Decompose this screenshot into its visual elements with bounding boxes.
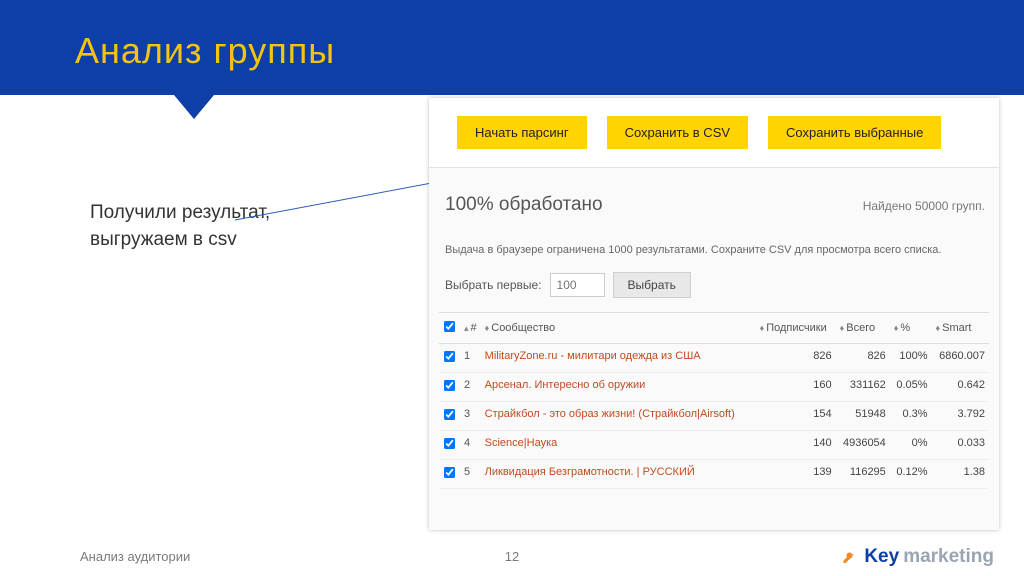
col-checkbox[interactable] [439, 313, 460, 344]
row-community[interactable]: MilitaryZone.ru - милитари одежда из США [481, 344, 756, 373]
table-row: 2Арсенал. Интересно об оружии1603311620.… [439, 373, 989, 402]
slide-footer: Анализ аудитории 12 Keymarketing [0, 536, 1024, 576]
col-index[interactable]: ▴# [460, 313, 481, 344]
row-smart: 3.792 [932, 402, 989, 431]
row-pct: 0.05% [890, 373, 932, 402]
col-community[interactable]: ♦Сообщество [481, 313, 756, 344]
row-subs: 154 [756, 402, 836, 431]
row-smart: 0.642 [932, 373, 989, 402]
save-selected-button[interactable]: Сохранить выбранные [768, 116, 941, 149]
row-index: 3 [460, 402, 481, 431]
table-row: 5Ликвидация Безграмотности. | РУССКИЙ139… [439, 460, 989, 489]
status-bar: 100% обработано Найдено 50000 групп. [429, 168, 999, 222]
row-subs: 140 [756, 431, 836, 460]
app-toolbar: Начать парсинг Сохранить в CSV Сохранить… [429, 98, 999, 168]
found-text: Найдено 50000 групп. [863, 199, 985, 213]
slide-header: Анализ группы [0, 0, 1024, 95]
row-total: 826 [836, 344, 890, 373]
row-pct: 100% [890, 344, 932, 373]
results-table: ▴# ♦Сообщество ♦Подписчики ♦Всего ♦% ♦Sm… [439, 312, 989, 489]
row-pct: 0.12% [890, 460, 932, 489]
col-pct[interactable]: ♦% [890, 313, 932, 344]
table-header-row: ▴# ♦Сообщество ♦Подписчики ♦Всего ♦% ♦Sm… [439, 313, 989, 344]
row-community[interactable]: Арсенал. Интересно об оружии [481, 373, 756, 402]
row-total: 4936054 [836, 431, 890, 460]
select-first-input[interactable] [550, 273, 605, 297]
parse-button[interactable]: Начать парсинг [457, 116, 587, 149]
page-number: 12 [505, 549, 519, 564]
key-icon [842, 548, 860, 566]
row-index: 4 [460, 431, 481, 460]
slide-title: Анализ группы [75, 30, 1024, 72]
hint-text: Выдача в браузере ограничена 1000 резуль… [429, 222, 999, 258]
row-index: 2 [460, 373, 481, 402]
app-panel: Начать парсинг Сохранить в CSV Сохранить… [429, 98, 999, 530]
footer-text: Анализ аудитории [80, 549, 190, 564]
row-subs: 826 [756, 344, 836, 373]
logo: Keymarketing [842, 546, 994, 568]
row-smart: 0.033 [932, 431, 989, 460]
row-checkbox[interactable] [444, 409, 455, 420]
col-smart[interactable]: ♦Smart [932, 313, 989, 344]
row-checkbox[interactable] [444, 467, 455, 478]
row-total: 331162 [836, 373, 890, 402]
row-checkbox[interactable] [444, 438, 455, 449]
row-index: 1 [460, 344, 481, 373]
select-all-checkbox[interactable] [444, 321, 455, 332]
chevron-down-icon [174, 95, 214, 119]
col-total[interactable]: ♦Всего [836, 313, 890, 344]
row-subs: 160 [756, 373, 836, 402]
row-checkbox[interactable] [444, 380, 455, 391]
row-checkbox[interactable] [444, 351, 455, 362]
choose-button[interactable]: Выбрать [613, 272, 691, 298]
processed-text: 100% обработано [445, 194, 603, 216]
row-total: 116295 [836, 460, 890, 489]
row-subs: 139 [756, 460, 836, 489]
logo-key: Key [864, 546, 899, 568]
table-row: 4Science|Наука14049360540%0.033 [439, 431, 989, 460]
table-row: 1MilitaryZone.ru - милитари одежда из СШ… [439, 344, 989, 373]
row-community[interactable]: Страйкбол - это образ жизни! (Страйкбол|… [481, 402, 756, 431]
select-first-row: Выбрать первые: Выбрать [429, 258, 999, 312]
annotation-text: Получили результат, выгружаем в csv [90, 200, 330, 253]
select-first-label: Выбрать первые: [445, 278, 542, 292]
row-total: 51948 [836, 402, 890, 431]
save-csv-button[interactable]: Сохранить в CSV [607, 116, 748, 149]
row-pct: 0% [890, 431, 932, 460]
row-pct: 0.3% [890, 402, 932, 431]
row-smart: 6860.007 [932, 344, 989, 373]
row-community[interactable]: Science|Наука [481, 431, 756, 460]
table-row: 3Страйкбол - это образ жизни! (Страйкбол… [439, 402, 989, 431]
logo-rest: marketing [903, 546, 994, 568]
row-index: 5 [460, 460, 481, 489]
row-smart: 1.38 [932, 460, 989, 489]
col-subs[interactable]: ♦Подписчики [756, 313, 836, 344]
row-community[interactable]: Ликвидация Безграмотности. | РУССКИЙ [481, 460, 756, 489]
